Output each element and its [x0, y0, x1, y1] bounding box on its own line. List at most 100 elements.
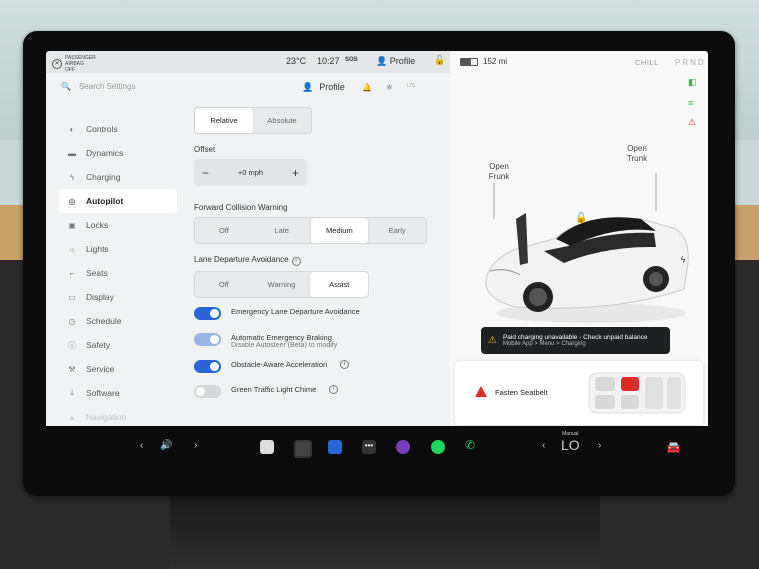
- airbag-icon: ✕: [52, 59, 62, 69]
- charging-alert-text: Paid charging unavailable - Check unpaid…: [503, 334, 648, 347]
- alert-triangle-icon: [475, 386, 487, 397]
- nav-item-locks[interactable]: ▣ Locks: [59, 213, 177, 237]
- charging-alert-title: Paid charging unavailable - Check unpaid…: [502, 334, 648, 341]
- search-input[interactable]: Search Settings: [79, 82, 135, 91]
- aeb-text: Automatic Emergency Braking Disable Auto…: [231, 333, 337, 349]
- drive-mode: CHILL: [635, 58, 659, 67]
- fcw-early[interactable]: Early: [368, 218, 426, 243]
- bluetooth-icon[interactable]: ✱: [386, 83, 393, 92]
- settings-nav: ◐ Controls ▬ Dynamics ϟ Charging ◎ Autopilot…: [59, 117, 177, 429]
- offset-label: Offset: [194, 145, 216, 154]
- nav-arrow-icon: ▲: [68, 412, 76, 422]
- settings-profile-button[interactable]: 👤 Profile: [302, 82, 345, 93]
- speaker-icon[interactable]: 🔊: [160, 440, 172, 451]
- nav-item-autopilot[interactable]: ◎ Autopilot: [59, 189, 177, 213]
- offset-minus-button[interactable]: −: [202, 166, 209, 180]
- nav-item-controls[interactable]: ◐ Controls: [59, 117, 177, 141]
- search-bar[interactable]: 🔍 Search Settings: [61, 82, 135, 91]
- charging-alert[interactable]: ⚠ Paid charging unavailable - Check unpa…: [481, 327, 670, 354]
- nav-label: Software: [86, 388, 120, 398]
- clock: 10:27: [317, 56, 340, 66]
- download-icon: ⤓: [70, 388, 74, 397]
- phone-icon[interactable]: ✆: [465, 438, 475, 452]
- sos-badge[interactable]: SOS: [345, 57, 358, 63]
- nav-item-display[interactable]: ▭ Display: [59, 285, 177, 309]
- car-icon[interactable]: 🚘: [666, 440, 681, 454]
- touchscreen: ✕ PASSENGER AIRBAG OFF 23°C 10:27 SOS 👤 …: [46, 51, 708, 478]
- headlight-icon: ◧: [688, 77, 697, 87]
- temperature: 23°C: [286, 56, 307, 66]
- passenger-airbag-indicator: ✕ PASSENGER AIRBAG OFF: [52, 55, 96, 73]
- svg-text:ϟ: ϟ: [680, 256, 686, 266]
- user-icon: 👤: [376, 56, 388, 66]
- gtlc-toggle[interactable]: [194, 385, 221, 398]
- fcw-off[interactable]: Off: [195, 218, 253, 243]
- media-icon[interactable]: [396, 440, 410, 454]
- lda-label-text: Lane Departure Avoidance: [194, 255, 289, 264]
- nav-item-lights[interactable]: ☼ Lights: [59, 237, 177, 261]
- seatbelt-alert-card[interactable]: Fasten Seatbelt: [455, 361, 703, 425]
- aeb-label: Automatic Emergency Braking: [231, 333, 332, 342]
- search-icon: 🔍: [61, 82, 71, 91]
- nav-label: Seats: [86, 268, 108, 278]
- speed-mode-relative[interactable]: Relative: [195, 108, 253, 133]
- warning-icon: ⚠: [488, 335, 497, 346]
- aeb-toggle[interactable]: [194, 333, 221, 346]
- oaa-toggle[interactable]: [194, 360, 221, 373]
- car-render: 🔓 ϟ: [485, 173, 689, 323]
- battery-icon: [460, 57, 478, 66]
- info-icon[interactable]: i: [340, 360, 350, 369]
- app-launcher-icon[interactable]: [260, 440, 274, 454]
- offset-plus-button[interactable]: +: [292, 166, 299, 180]
- lock-icon[interactable]: 🔓: [434, 55, 445, 66]
- nav-item-software[interactable]: ⤓ Software: [59, 381, 177, 405]
- info-icon[interactable]: i: [291, 257, 301, 266]
- climate-control[interactable]: Manual LO: [561, 431, 580, 453]
- range-indicator: 152 mi: [460, 57, 507, 66]
- wrench-icon: ⚒: [68, 364, 76, 374]
- nav-item-schedule[interactable]: ◷ Schedule: [59, 309, 177, 333]
- lda-label: Lane Departure Avoidance i: [194, 255, 434, 266]
- camera-icon[interactable]: [294, 440, 312, 458]
- bell-icon[interactable]: 🔔: [362, 83, 372, 92]
- status-profile-button[interactable]: 👤 Profile: [376, 56, 415, 67]
- center-console: [170, 490, 600, 569]
- steering-wheel-icon: ◎: [68, 196, 76, 206]
- nav-item-seats[interactable]: ⌐ Seats: [59, 261, 177, 285]
- seatbelt-alert-text: Fasten Seatbelt: [495, 388, 548, 397]
- settings-status-icons: 🔔 ✱ LTE: [362, 83, 415, 92]
- chevron-right-icon[interactable]: ›: [194, 440, 197, 451]
- climate-chevron-left-icon[interactable]: ‹: [542, 440, 545, 451]
- elda-toggle[interactable]: [194, 307, 221, 320]
- lda-off[interactable]: Off: [195, 272, 253, 297]
- vehicle-panel: 152 mi CHILL PRND ◧ ≡ ⚠ Open Frunk Open …: [450, 51, 708, 426]
- elda-label: Emergency Lane Departure Avoidance: [231, 307, 360, 316]
- toggle-icon: ◐: [69, 124, 75, 134]
- more-icon[interactable]: •••: [362, 440, 376, 454]
- fcw-medium[interactable]: Medium: [310, 218, 369, 243]
- nav-label: Lights: [86, 244, 109, 254]
- toggle-row-elda: Emergency Lane Departure Avoidance: [194, 307, 434, 320]
- car-icon: ▬: [68, 148, 76, 158]
- fcw-late[interactable]: Late: [253, 218, 311, 243]
- toggle-row-gtlc: Green Traffic Light Chime i: [194, 385, 434, 398]
- range-value: 152 mi: [483, 57, 508, 66]
- lock-icon: ▣: [68, 220, 76, 230]
- autopilot-settings: Relative Absolute Offset − +0 mph + Forw…: [194, 107, 434, 398]
- svg-text:🔓: 🔓: [575, 211, 587, 224]
- lda-warning[interactable]: Warning: [253, 272, 311, 297]
- chevron-left-icon[interactable]: ‹: [140, 440, 143, 451]
- lda-assist[interactable]: Assist: [310, 272, 368, 297]
- rocket-icon[interactable]: [328, 440, 342, 454]
- nav-item-safety[interactable]: ⓘ Safety: [59, 333, 177, 357]
- seatbelt-warning-icon: ⚠: [688, 117, 697, 127]
- nav-item-dynamics[interactable]: ▬ Dynamics: [59, 141, 177, 165]
- gear-selector: PRND: [675, 58, 706, 67]
- speed-mode-absolute[interactable]: Absolute: [253, 108, 311, 133]
- spotify-icon[interactable]: [431, 440, 445, 454]
- passenger-airbag-label: PASSENGER AIRBAG OFF: [65, 55, 96, 73]
- nav-item-service[interactable]: ⚒ Service: [59, 357, 177, 381]
- climate-chevron-right-icon[interactable]: ›: [598, 440, 601, 451]
- nav-item-charging[interactable]: ϟ Charging: [59, 165, 177, 189]
- info-icon[interactable]: i: [329, 385, 339, 394]
